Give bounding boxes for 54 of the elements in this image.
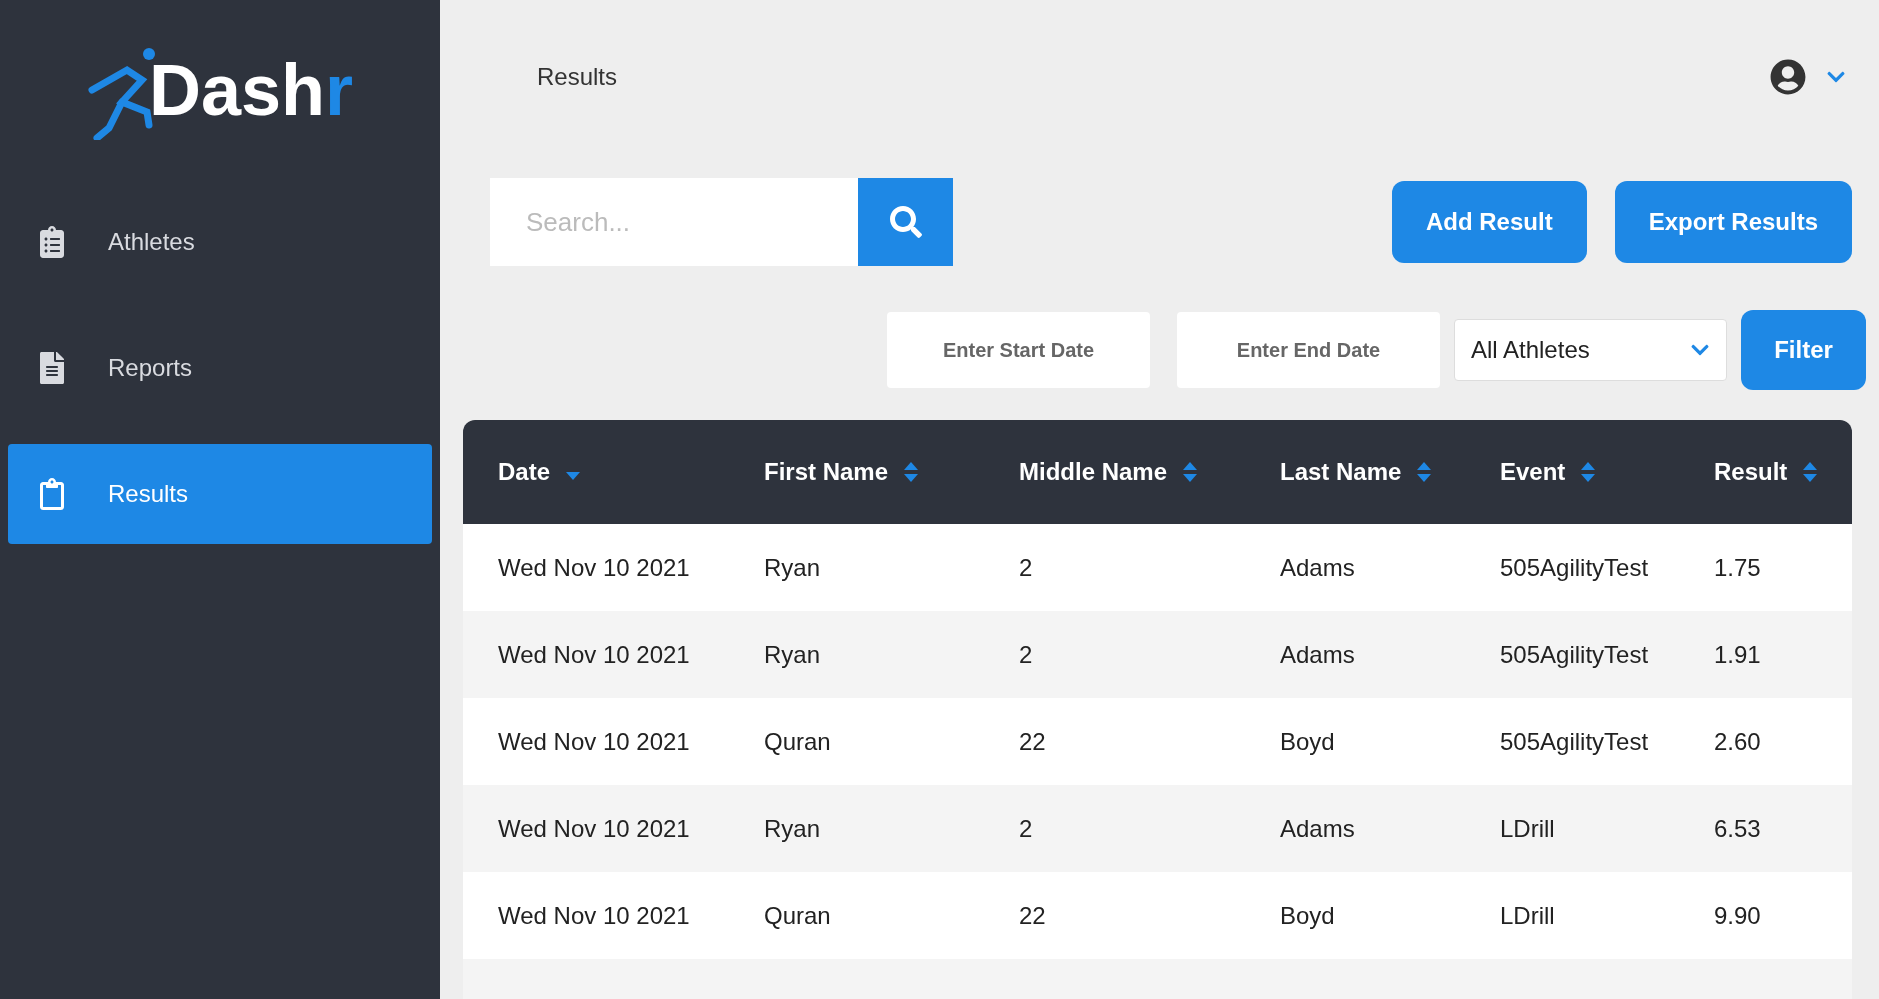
- table-cell: 1.75: [1714, 553, 1761, 581]
- table-cell: Adams: [1280, 553, 1355, 581]
- table-cell: Wed Nov 10 2021: [498, 553, 690, 581]
- athlete-select[interactable]: All Athletes: [1454, 319, 1727, 381]
- column-header[interactable]: Date: [498, 454, 551, 490]
- table-cell: 2: [1019, 814, 1033, 842]
- table-cell: 505AgilityTest: [1500, 640, 1649, 668]
- end-date-field[interactable]: Enter End Date: [1177, 312, 1440, 388]
- table-cell: Quran: [764, 727, 831, 755]
- table-cell: 2: [1019, 553, 1033, 581]
- column-header[interactable]: Last Name: [1280, 454, 1402, 490]
- column-header[interactable]: Middle Name: [1019, 454, 1168, 490]
- column-header[interactable]: First Name: [764, 454, 889, 490]
- table-cell: Wed Nov 10 2021: [498, 814, 690, 842]
- table-cell: Adams: [1280, 640, 1355, 668]
- search-icon: [889, 206, 922, 238]
- logo-text: Dashr: [148, 54, 354, 126]
- table-cell: 2: [1019, 640, 1033, 668]
- table-cell: Ryan: [764, 640, 821, 668]
- sidebar-item[interactable]: Athletes: [8, 192, 432, 292]
- table-cell: Wed Nov 10 2021: [498, 901, 690, 929]
- table-cell: Wed Nov 10 2021: [498, 640, 690, 668]
- table-cell: Wed Nov 10 2021: [498, 727, 690, 755]
- table-cell: 6.53: [1714, 814, 1761, 842]
- column-header[interactable]: Event: [1500, 454, 1566, 490]
- action-button[interactable]: Add Result: [1391, 181, 1587, 263]
- table-cell: 9.90: [1714, 901, 1761, 929]
- table-row[interactable]: Wed Nov 10 2021 Ryan 2 Adams 505AgilityTest 1.91: [463, 611, 1852, 698]
- table-cell: 505AgilityTest: [1500, 553, 1649, 581]
- table-cell: Quran: [764, 901, 831, 929]
- table-row[interactable]: Wed Nov 10 2021 Ryan 2 Adams LDrill 6.53: [463, 785, 1852, 872]
- table-cell: 1.91: [1714, 640, 1761, 668]
- filter-button[interactable]: Filter: [1741, 310, 1866, 390]
- action-button[interactable]: Export Results: [1614, 181, 1852, 263]
- account-menu-button[interactable]: [1770, 58, 1846, 95]
- search-field[interactable]: Search...: [490, 178, 858, 266]
- user-avatar-icon: [1770, 58, 1806, 95]
- search-button[interactable]: [858, 178, 953, 266]
- table-cell: 2.60: [1714, 727, 1761, 755]
- table-cell: 22: [1019, 901, 1046, 929]
- page-title: Results: [537, 61, 618, 92]
- table-cell: Adams: [1280, 814, 1355, 842]
- sidebar-item[interactable]: Reports: [8, 318, 432, 418]
- table-cell: 505AgilityTest: [1500, 727, 1649, 755]
- column-header[interactable]: Result: [1714, 454, 1788, 490]
- sidebar-item[interactable]: Results: [8, 444, 432, 544]
- table-cell: LDrill: [1500, 901, 1555, 929]
- table-cell: Boyd: [1280, 901, 1335, 929]
- table-cell: 22: [1019, 727, 1046, 755]
- table-cell: LDrill: [1500, 814, 1555, 842]
- start-date-field[interactable]: Enter Start Date: [887, 312, 1150, 388]
- table-cell: Ryan: [764, 814, 821, 842]
- table-cell: Ryan: [764, 553, 821, 581]
- table-cell: Boyd: [1280, 727, 1335, 755]
